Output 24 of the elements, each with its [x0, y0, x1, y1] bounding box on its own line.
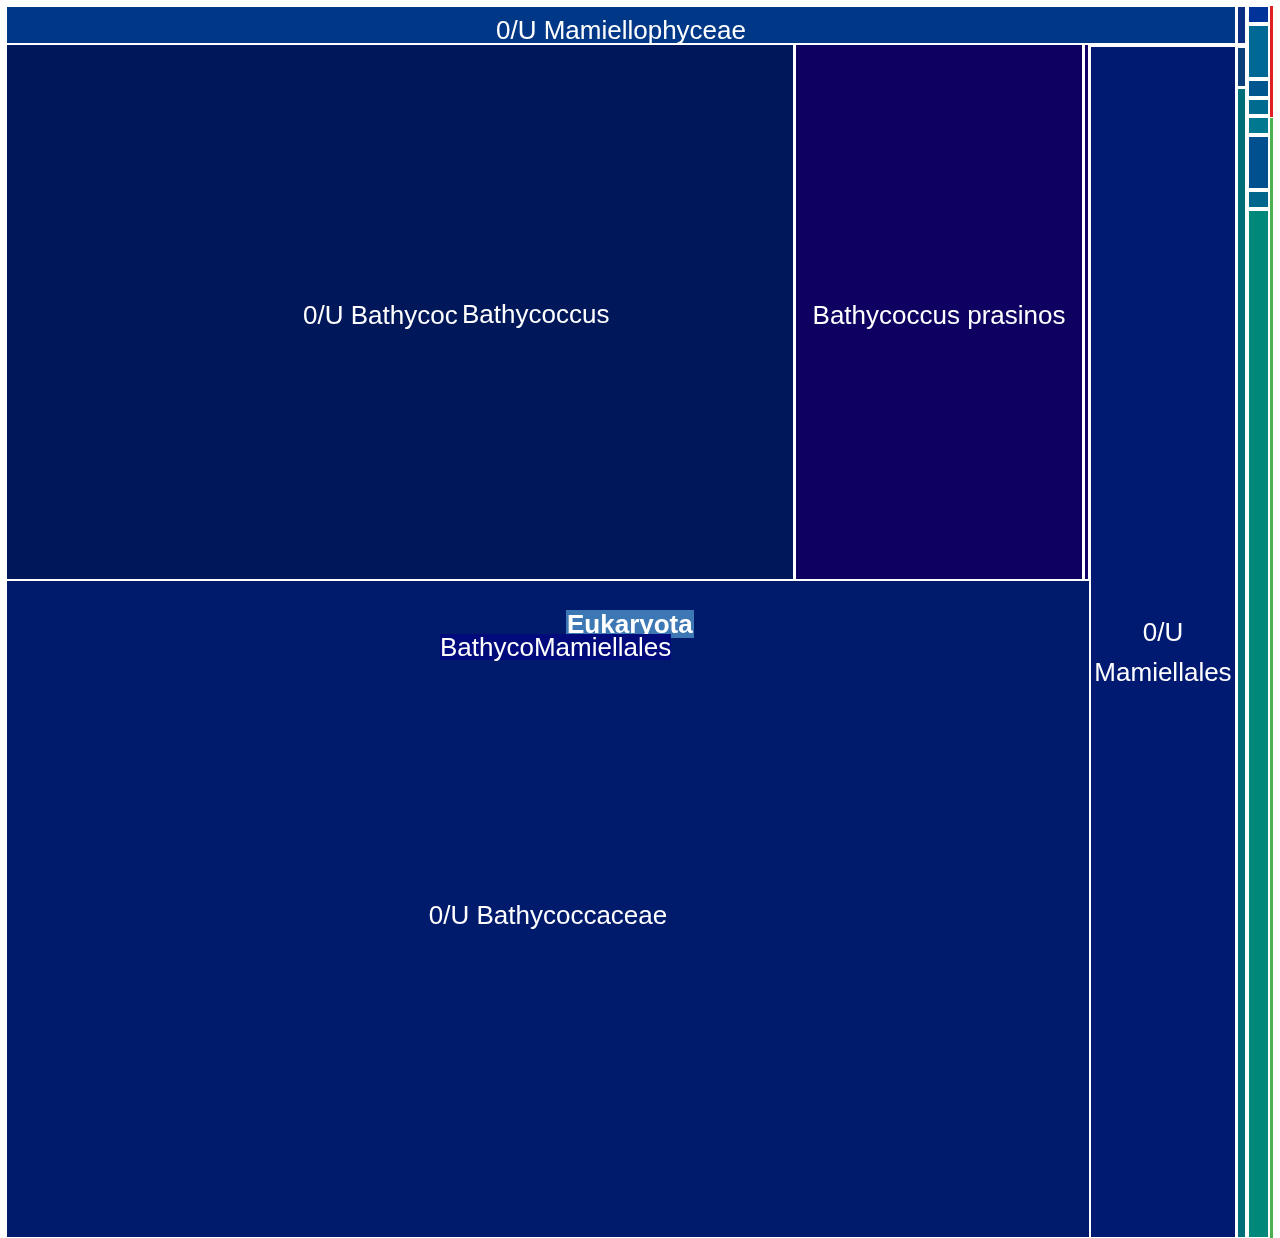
tile-label: Bathycoccus prasinos [811, 300, 1067, 330]
tile-label: Bathycoccus [462, 299, 610, 329]
tile-label: 0/U Mamiellales [1093, 616, 1233, 689]
treemap-tile[interactable] [1248, 80, 1269, 97]
treemap-tile[interactable] [1248, 25, 1269, 78]
treemap-tile[interactable] [1237, 47, 1246, 87]
treemap-tile[interactable] [1248, 6, 1269, 23]
tile-label: 0/U Bathycoccaceae [427, 900, 669, 930]
treemap-tile[interactable]: 0/U Mamiellales [1090, 46, 1236, 1238]
treemap-tile[interactable] [1237, 6, 1246, 44]
treemap-tile[interactable]: 0/U Mamiellophyceae [6, 6, 1236, 44]
treemap-tile[interactable] [1237, 88, 1246, 1238]
treemap-tile[interactable] [1248, 117, 1269, 134]
tile-label: 0/U Mamiellophyceae [495, 15, 747, 45]
treemap-tile[interactable]: Bathycoccus prasinos [795, 44, 1083, 580]
treemap-tile[interactable] [1248, 136, 1269, 189]
color-bar[interactable] [1270, 118, 1273, 1238]
treemap-tile[interactable] [1248, 210, 1269, 1238]
color-bar[interactable] [1270, 6, 1273, 117]
tile-label: 0/U Bathycoc [303, 300, 458, 330]
treemap-tile[interactable] [1084, 44, 1089, 580]
treemap-tile[interactable] [1248, 191, 1269, 208]
treemap-tile[interactable] [1248, 99, 1269, 115]
tile-label: Bathyco [440, 634, 534, 660]
